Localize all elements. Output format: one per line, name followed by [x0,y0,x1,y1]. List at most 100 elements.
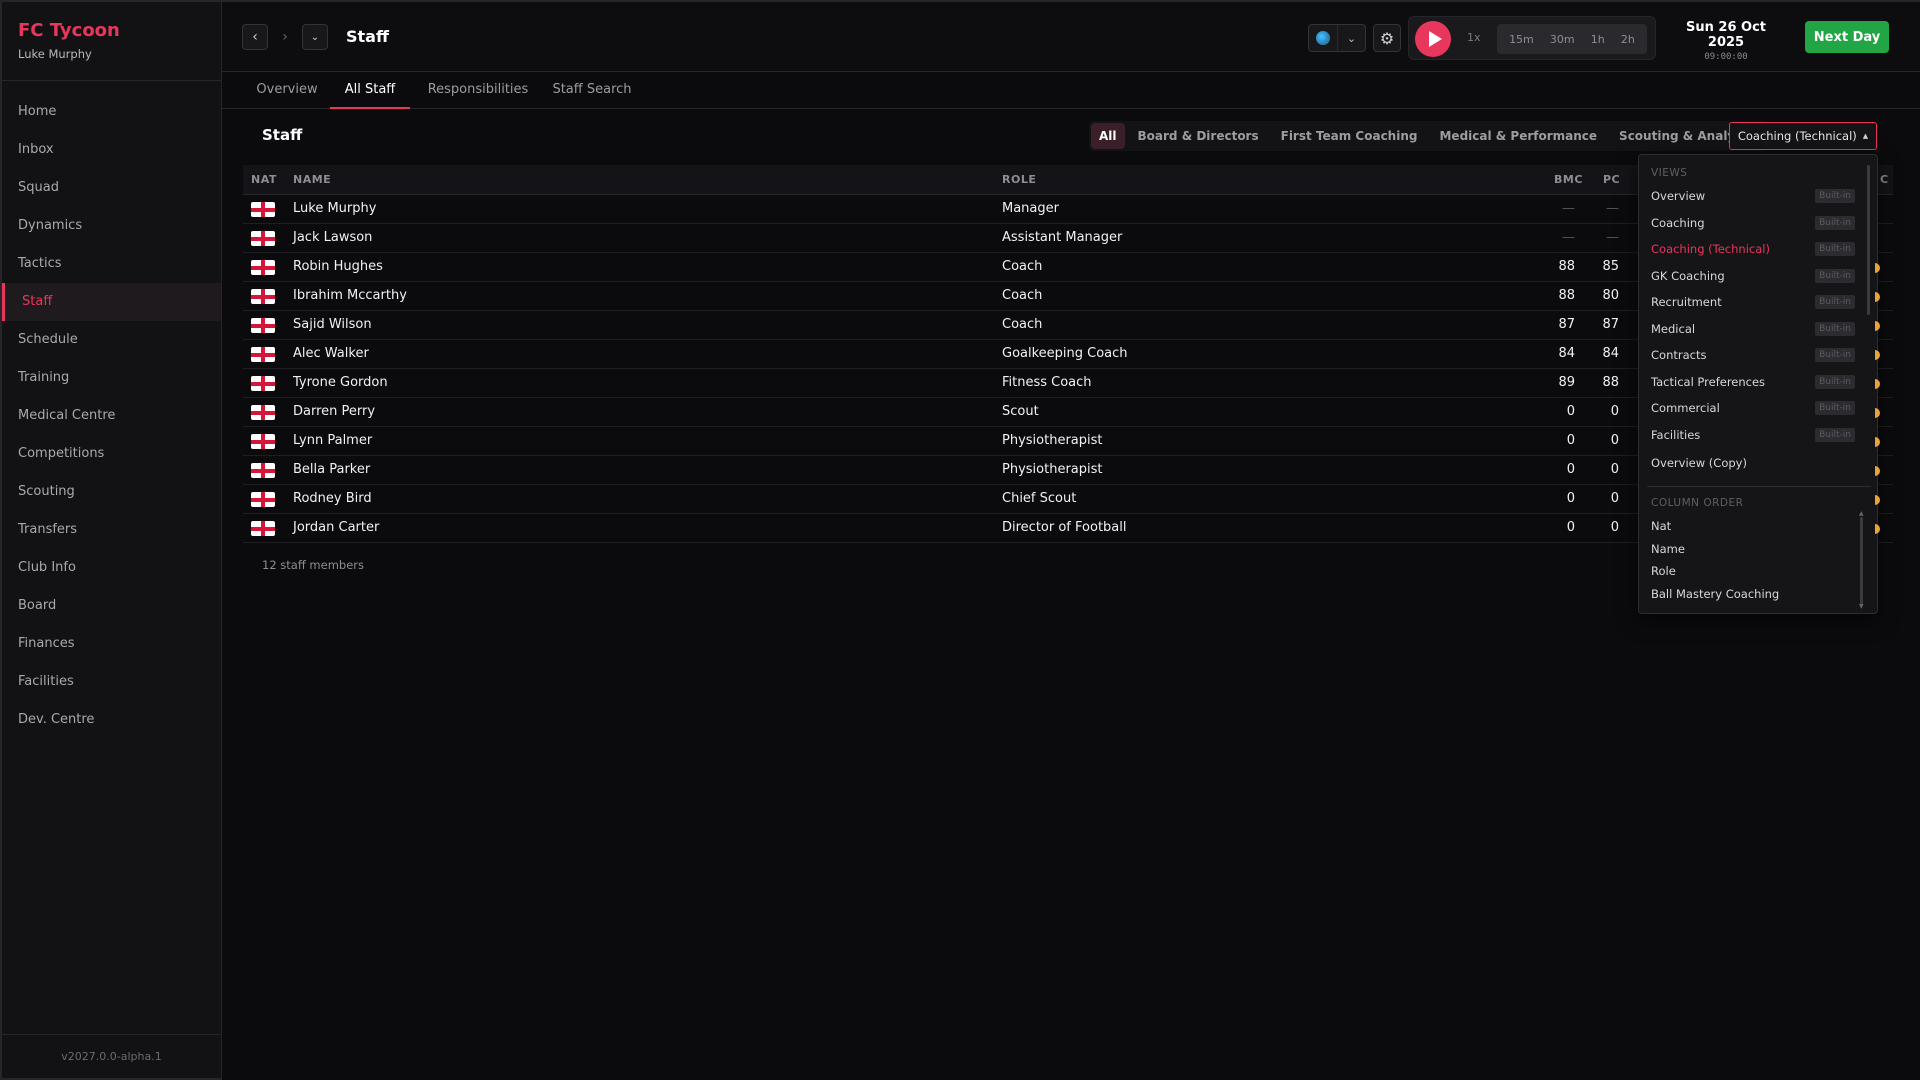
tab-overview[interactable]: Overview [252,72,322,109]
filter-board-directors[interactable]: Board & Directors [1127,121,1270,151]
speed-option[interactable]: 15m [1509,33,1534,46]
history-dropdown-button[interactable]: ⌄ [302,24,328,50]
page-title: Staff [346,27,389,46]
speed-option[interactable]: 2h [1621,33,1635,46]
top-bar: ‹ › ⌄ Staff ⌄ ⚙ 1x 15m 30m 1h 2h Sun 26 … [222,0,1920,72]
sidebar-item-dynamics[interactable]: Dynamics [2,207,221,245]
sidebar-item-dev-centre[interactable]: Dev. Centre [2,701,221,739]
speed-option[interactable]: 30m [1550,33,1575,46]
column-header-nat[interactable]: NAT [251,173,277,186]
staff-name[interactable]: Jordan Carter [293,514,379,542]
views-scrollbar[interactable] [1867,165,1870,315]
filter-all[interactable]: All [1091,123,1125,149]
sidebar-item-transfers[interactable]: Transfers [2,511,221,549]
chevron-down-icon[interactable]: ⌄ [1337,25,1365,51]
sidebar-item-inbox[interactable]: Inbox [2,131,221,169]
staff-name[interactable]: Tyrone Gordon [293,369,388,397]
view-option[interactable]: Recruitment Built-in [1651,289,1855,315]
staff-name[interactable]: Ibrahim Mccarthy [293,282,407,310]
globe-icon [1309,25,1337,51]
view-selector[interactable]: Coaching (Technical) ▲ [1729,122,1877,150]
view-option[interactable]: GK Coaching Built-in [1651,263,1855,289]
staff-role: Coach [1002,317,1043,332]
staff-role: Director of Football [1002,520,1127,535]
column-header-role[interactable]: ROLE [1002,173,1036,186]
play-button[interactable] [1415,21,1451,57]
tab-responsibilities[interactable]: Responsibilities [422,72,534,109]
play-icon [1428,31,1442,47]
staff-name[interactable]: Sajid Wilson [293,311,372,339]
view-option[interactable]: Contracts Built-in [1651,342,1855,368]
view-option[interactable]: Coaching (Technical) Built-in [1651,236,1855,262]
staff-name[interactable]: Alec Walker [293,340,369,368]
sidebar-item-medical-centre[interactable]: Medical Centre [2,397,221,435]
column-order-scrollbar[interactable] [1860,517,1863,605]
built-in-badge: Built-in [1815,427,1855,442]
england-flag-icon [251,289,275,304]
column-header-name[interactable]: NAME [293,173,331,186]
staff-name[interactable]: Jack Lawson [293,224,372,252]
sidebar-item-training[interactable]: Training [2,359,221,397]
staff-name[interactable]: Darren Perry [293,398,375,426]
version-label: v2027.0.0-alpha.1 [2,1034,221,1078]
england-flag-icon [251,463,275,478]
sidebar-item-schedule[interactable]: Schedule [2,321,221,359]
column-order-item[interactable]: Name [1651,542,1685,556]
staff-name[interactable]: Robin Hughes [293,253,383,281]
staff-name[interactable]: Rodney Bird [293,485,372,513]
sidebar-item-staff[interactable]: Staff [2,283,221,321]
settings-button[interactable]: ⚙ [1373,24,1401,52]
view-option[interactable]: Coaching Built-in [1651,210,1855,236]
sidebar-item-facilities[interactable]: Facilities [2,663,221,701]
sidebar-item-finances[interactable]: Finances [2,625,221,663]
staff-name[interactable]: Lynn Palmer [293,427,372,455]
app-title: FC Tycoon [18,20,120,41]
view-option-label: Overview (Copy) [1651,455,1747,470]
forward-button[interactable]: › [272,24,298,50]
view-option[interactable]: Facilities Built-in [1651,422,1855,448]
view-selector-label: Coaching (Technical) [1737,129,1857,143]
sidebar-item-board[interactable]: Board [2,587,221,625]
next-day-button[interactable]: Next Day [1805,21,1889,53]
speed-option[interactable]: 1h [1591,33,1605,46]
scroll-up-icon[interactable]: ▲ [1859,510,1864,517]
view-option-label: Tactical Preferences [1651,374,1766,389]
back-button[interactable]: ‹ [242,24,268,50]
staff-name[interactable]: Luke Murphy [293,195,376,223]
staff-pc: 88 [1602,375,1619,390]
sidebar-item-squad[interactable]: Squad [2,169,221,207]
sidebar-item-home[interactable]: Home [2,93,221,131]
staff-bmc: 0 [1566,462,1575,477]
sidebar-item-scouting[interactable]: Scouting [2,473,221,511]
staff-name[interactable]: Bella Parker [293,456,370,484]
column-order-item[interactable]: Nat [1651,519,1671,533]
column-order-section-label: COLUMN ORDER [1651,497,1744,509]
scroll-down-icon[interactable]: ▼ [1859,603,1864,610]
language-selector[interactable]: ⌄ [1308,24,1366,52]
staff-pc: 0 [1610,404,1619,419]
staff-bmc: — [1562,230,1575,245]
view-option[interactable]: Tactical Preferences Built-in [1651,369,1855,395]
sidebar-item-club-info[interactable]: Club Info [2,549,221,587]
view-option[interactable]: Commercial Built-in [1651,395,1855,421]
sidebar-item-competitions[interactable]: Competitions [2,435,221,473]
view-option[interactable]: Overview (Copy) [1651,450,1855,476]
sidebar-item-tactics[interactable]: Tactics [2,245,221,283]
column-header-pc[interactable]: PC [1603,173,1620,186]
view-option[interactable]: Medical Built-in [1651,316,1855,342]
tab-all-staff[interactable]: All Staff [330,72,410,109]
gear-icon: ⚙ [1379,28,1395,48]
tab-staff-search[interactable]: Staff Search [545,72,639,109]
column-order-item[interactable]: Ball Mastery Coaching [1651,587,1779,601]
view-option-label: Contracts [1651,348,1707,362]
staff-pc: 80 [1602,288,1619,303]
filter-first-team-coaching[interactable]: First Team Coaching [1270,121,1429,151]
staff-bmc: 88 [1558,288,1575,303]
staff-role: Physiotherapist [1002,462,1103,477]
column-order-item[interactable]: Role [1651,564,1676,578]
view-option[interactable]: Overview Built-in [1651,183,1855,209]
staff-pc: 0 [1610,520,1619,535]
column-header-bmc[interactable]: BMC [1554,173,1583,186]
filter-medical-performance[interactable]: Medical & Performance [1428,121,1608,151]
column-header-clipped[interactable]: C [1880,173,1889,186]
